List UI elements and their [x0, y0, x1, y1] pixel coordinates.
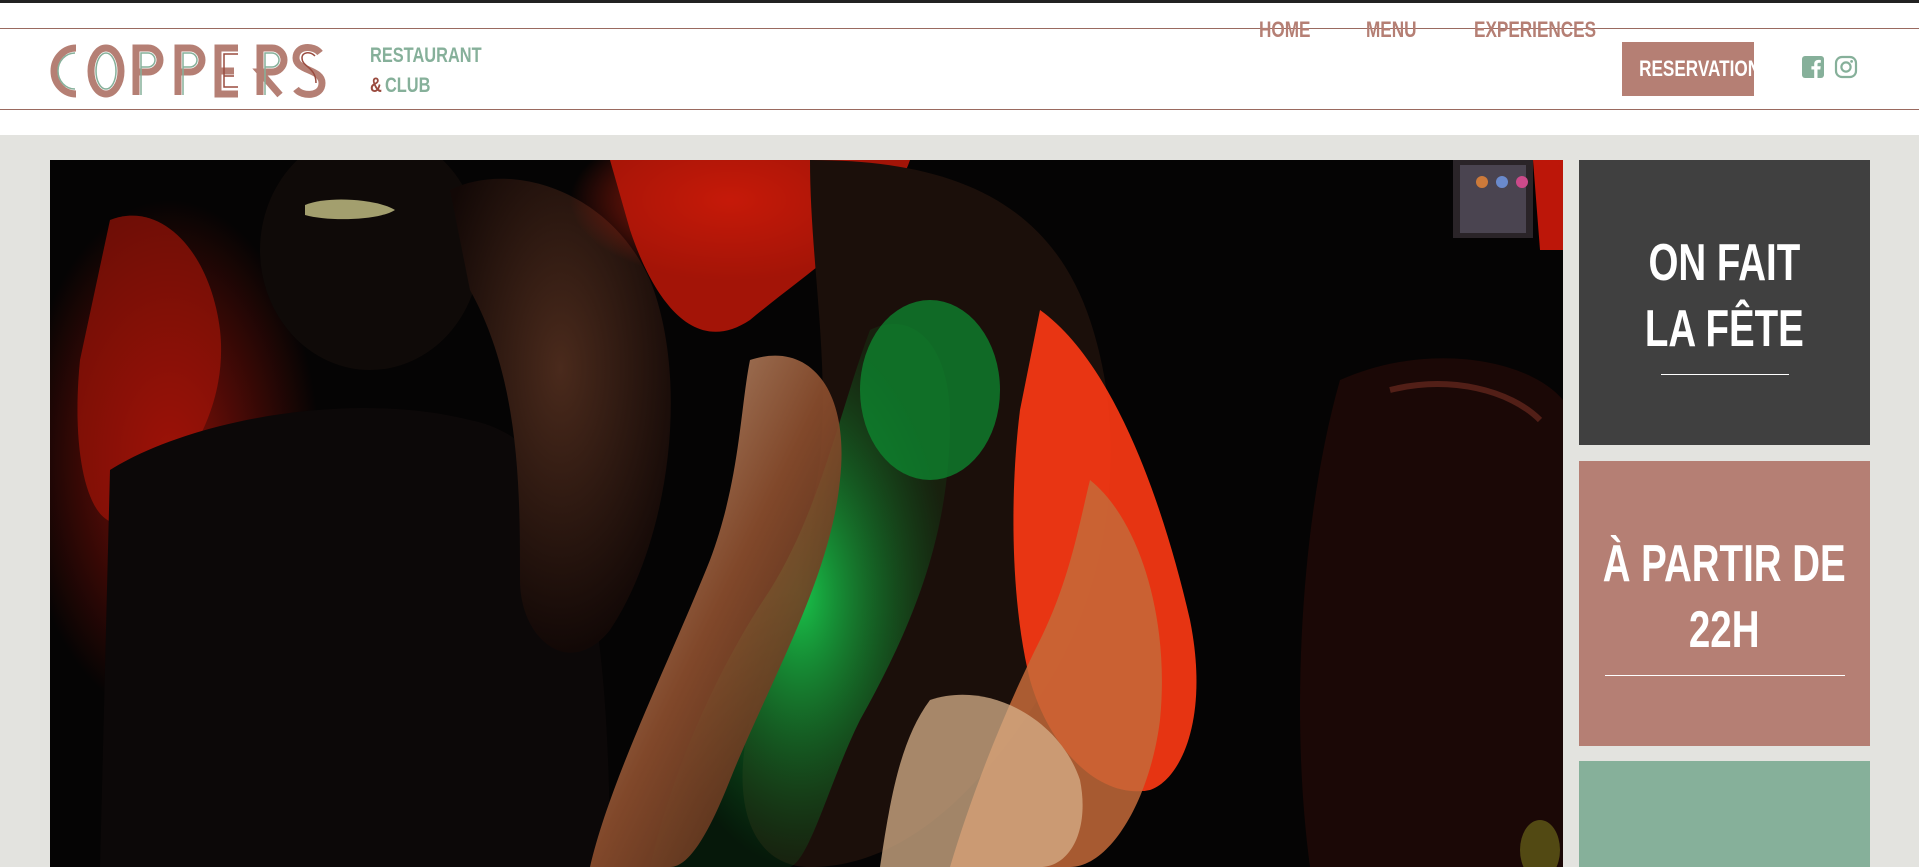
- tile-green: [1579, 761, 1870, 867]
- nav-home-link[interactable]: HOME: [1259, 3, 1310, 57]
- logo-subtitle-line2: & CLUB: [370, 71, 482, 101]
- tile-party-line2: LA FÊTE: [1645, 300, 1804, 358]
- tile-hours-text: À PARTIR DE 22H: [1603, 531, 1846, 663]
- hero-photo: [50, 160, 1563, 867]
- nav-experiences-link[interactable]: EXPERIENCES: [1474, 3, 1596, 57]
- tile-party-text: ON FAIT LA FÊTE: [1645, 230, 1804, 362]
- tile-party: ON FAIT LA FÊTE: [1579, 160, 1870, 445]
- logo-letter-c: [50, 44, 77, 98]
- header-divider-top: [0, 28, 1919, 29]
- reservation-label: RESERVATION: [1639, 56, 1754, 81]
- coppers-logo[interactable]: [48, 41, 348, 101]
- logo-subtitle-line1: RESTAURANT: [370, 44, 482, 67]
- tile-hours: À PARTIR DE 22H: [1579, 461, 1870, 746]
- dancing-crowd-photo: [50, 160, 1563, 867]
- instagram-icon[interactable]: [1834, 55, 1858, 79]
- logo-ampersand: &: [370, 74, 382, 97]
- logo-subtitle: RESTAURANT & CLUB: [370, 41, 482, 101]
- tile-party-line1: ON FAIT: [1648, 234, 1801, 292]
- tile-party-divider: [1660, 374, 1789, 375]
- tile-hours-divider: [1604, 675, 1845, 676]
- header-divider-bottom: [0, 109, 1919, 110]
- tile-hours-line2: 22H: [1689, 601, 1760, 659]
- reservation-button[interactable]: RESERVATION: [1622, 42, 1754, 96]
- nav-menu-link[interactable]: MENU: [1366, 3, 1417, 57]
- facebook-icon[interactable]: [1801, 55, 1825, 79]
- logo-subtitle-club: CLUB: [384, 74, 431, 97]
- site-header: RESTAURANT & CLUB HOME MENU EXPERIENCES R…: [0, 3, 1919, 135]
- tile-hours-line1: À PARTIR DE: [1603, 535, 1847, 593]
